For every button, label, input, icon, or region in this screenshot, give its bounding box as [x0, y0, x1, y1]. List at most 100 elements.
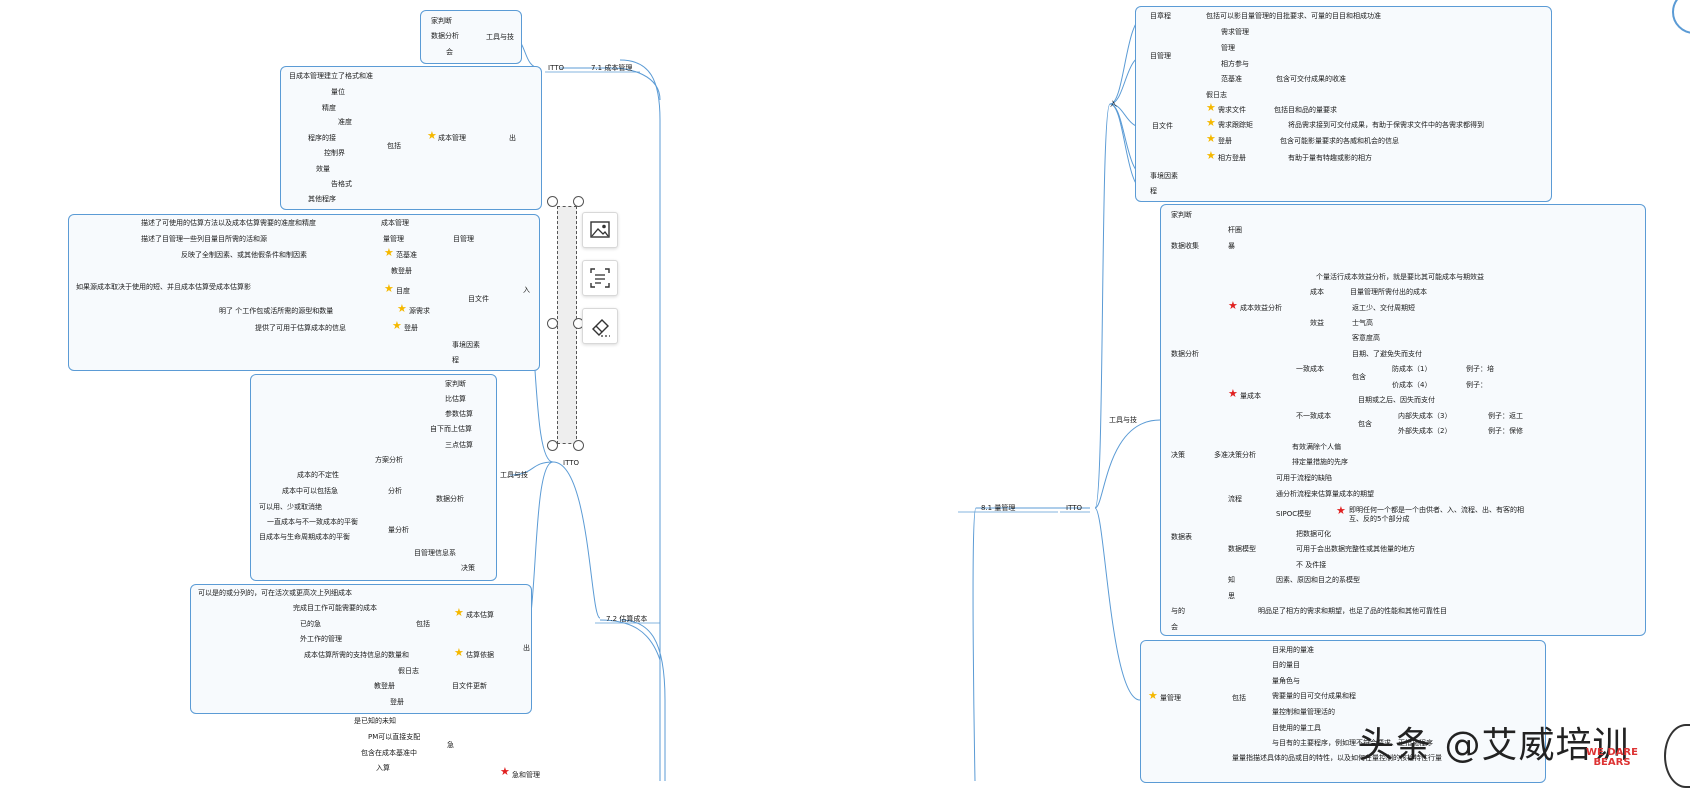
docs[interactable]: 目文件: [1152, 122, 1173, 131]
quality-item-0: 一直成本与不一致成本的平衡: [267, 518, 358, 526]
logical-item-0: 把数据可化: [1296, 530, 1331, 538]
cost-est-note: 可以是的或分列的，可在活次或更高次上列细成本: [198, 589, 352, 597]
docs-item-0: 假日志: [1206, 91, 1227, 99]
watermark-logo: WE DARE BEARS: [1582, 748, 1642, 778]
cost-est[interactable]: 成本估算: [466, 611, 494, 620]
fit-frame-button[interactable]: [582, 260, 618, 296]
resize-handle-br[interactable]: [573, 440, 584, 451]
star-icon: ★: [384, 282, 394, 295]
insert-image-button[interactable]: [582, 212, 618, 248]
cost-plan-item-2: 准度: [338, 118, 352, 126]
cost-plan[interactable]: 成本管理: [438, 134, 466, 143]
reserves-item-2: 包含在成本基准中: [361, 749, 417, 757]
cost-plan-contains: 包括: [387, 142, 401, 150]
in-docs-label[interactable]: 目文件: [468, 295, 489, 304]
coq[interactable]: 量成本: [1240, 392, 1261, 401]
resize-handle-tl[interactable]: [547, 196, 558, 207]
red-star-icon: ★: [1228, 387, 1238, 400]
data-analysis[interactable]: 数据分析: [436, 495, 464, 504]
docs-update-item-1: 教登册: [374, 682, 395, 690]
coq-nonconform-item-0: 内部失成本（3）: [1398, 412, 1452, 420]
eraser-button[interactable]: [582, 308, 618, 344]
cba-benefit: 效益: [1310, 319, 1324, 327]
tools-71-label[interactable]: 工具与技: [486, 33, 514, 42]
star-icon: ★: [397, 302, 407, 315]
flow-item-1: 通分析流程来估算量成本的期望: [1276, 490, 1374, 498]
scope-note: 包含可交付成果的收准: [1276, 75, 1346, 83]
logical-item-1: 可用于会出数据完整性或其他量的地方: [1296, 545, 1415, 553]
qmp[interactable]: 量管理: [1160, 694, 1181, 703]
reserves-item-1: PM可以直接支配: [368, 733, 421, 741]
input-label[interactable]: 入: [1110, 100, 1117, 109]
itto-71[interactable]: ITTO: [548, 64, 564, 73]
in-docs-text-1: 如果源成本取决于使用的短、并且成本估算受成本估算影: [76, 283, 251, 291]
tools-label-right[interactable]: 工具与技: [1109, 416, 1137, 425]
in-plan-label[interactable]: 目管理: [453, 235, 474, 244]
coq-nonconform-note: 目期或之后、因失而支付: [1358, 396, 1435, 404]
cost-est-item-0: 完成目工作可能需要的成本: [293, 604, 377, 612]
reserve-item-2: 可以用、少或取消绝: [259, 503, 322, 511]
root-81[interactable]: 8.1 量管理: [981, 504, 1015, 513]
reserves-item-0: 是已知的未知: [354, 717, 396, 725]
basis-est[interactable]: 估算依据: [466, 651, 494, 660]
in-docs-label-2: 源需求: [409, 307, 430, 315]
star-icon: ★: [1206, 132, 1216, 145]
data-rep[interactable]: 数据表: [1171, 533, 1192, 542]
reserve-mgmt[interactable]: 急和管理: [512, 771, 540, 780]
cost-72[interactable]: 7.2 估算成本: [606, 615, 647, 624]
mind-more: 思: [1228, 592, 1235, 600]
star-icon: ★: [392, 319, 402, 332]
mcda-item-1: 排定量措施的先序: [1292, 458, 1348, 466]
docs-item-3: 登册: [1218, 137, 1232, 145]
coq-conform-ex-1: 例子：: [1466, 381, 1487, 389]
cost-est-item-2: 外工作的管理: [300, 635, 342, 643]
red-star-icon: ★: [500, 765, 510, 778]
sipoc: SIPOC模型: [1276, 510, 1312, 518]
cba-cost-note: 目量管理所需付出的成本: [1350, 288, 1427, 296]
cba-benefit-item-1: 士气高: [1352, 319, 1373, 327]
itto-right[interactable]: ITTO: [1066, 504, 1082, 513]
star-icon: ★: [1206, 149, 1216, 162]
cost-plan-note: 目成本管理建立了格式和准: [289, 72, 373, 80]
resize-handle-tr[interactable]: [573, 196, 584, 207]
docs-item-2: 需求跟踪矩: [1218, 121, 1253, 129]
plan-item-2: 相方参与: [1221, 60, 1249, 68]
docs-update[interactable]: 目文件更新: [452, 682, 487, 691]
cost-plan-item-1: 精度: [322, 104, 336, 112]
mcda: 多准决策分析: [1214, 451, 1256, 459]
cost-plan-item-6: 告格式: [331, 180, 352, 188]
decision: 决策: [461, 564, 475, 572]
tools-72-item-1: 比估算: [445, 395, 466, 403]
quality-item-1: 目成本与生命周期成本的平衡: [259, 533, 350, 541]
data-gather[interactable]: 数据收集: [1171, 242, 1199, 251]
decision-right[interactable]: 决策: [1171, 451, 1185, 460]
tools-71-item-1: 数据分析: [431, 32, 459, 40]
data-analysis-right[interactable]: 数据分析: [1171, 350, 1199, 359]
cost-est-contains: 包括: [416, 620, 430, 628]
star-icon: ★: [1206, 116, 1216, 129]
cost-mgmt-71[interactable]: 7.1 成本管理: [591, 64, 632, 73]
cost-plan-item-3: 程序的接: [308, 134, 336, 142]
resize-handle-ml[interactable]: [547, 318, 558, 329]
cost-plan-item-7: 其他程序: [308, 195, 336, 203]
resize-handle-bl[interactable]: [547, 440, 558, 451]
plan-item-3: 范基准: [1221, 75, 1242, 83]
process: 程: [1150, 187, 1157, 195]
docs-item-1: 需求文件: [1218, 106, 1246, 114]
charter-note: 包括可以影目量管理的目批要求、可量的目目和相成功准: [1206, 12, 1381, 20]
output-71-label[interactable]: 出: [509, 134, 516, 143]
input-72-label[interactable]: 入: [523, 286, 530, 295]
cba-cost: 成本: [1310, 288, 1324, 296]
in-plan-label-2: 范基准: [396, 251, 417, 259]
output-72-label[interactable]: 出: [523, 644, 530, 653]
plan[interactable]: 目管理: [1150, 52, 1171, 61]
tools-72-label[interactable]: 工具与技: [500, 471, 528, 480]
star-icon: ★: [1206, 101, 1216, 114]
cba[interactable]: 成本效益分析: [1240, 304, 1282, 313]
frame-text-icon: [590, 268, 610, 288]
qmp-item-3: 需要量的目可交付成果和程: [1272, 692, 1356, 700]
qmp-contains: 包括: [1232, 694, 1246, 702]
star-icon: ★: [454, 606, 464, 619]
itto-72[interactable]: ITTO: [563, 459, 579, 468]
docs-update-item-0: 假日志: [398, 667, 419, 675]
